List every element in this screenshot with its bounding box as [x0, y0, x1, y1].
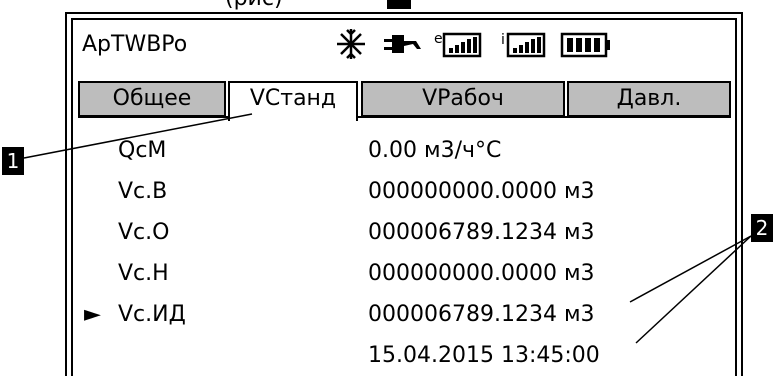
- callout-1-line: [23, 113, 253, 159]
- callout-lines: [23, 113, 752, 344]
